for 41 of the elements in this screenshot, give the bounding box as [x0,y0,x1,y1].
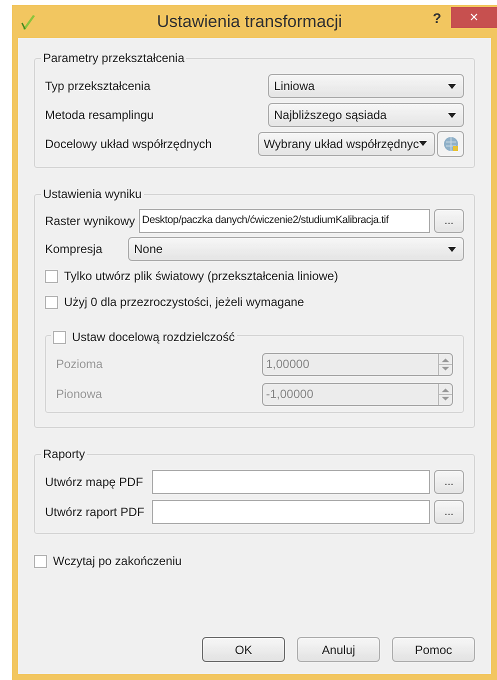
dropdown-caret-icon [419,141,427,146]
checkbox-label: Ustaw docelową rozdzielczość [72,329,235,346]
field-label: Metoda resamplingu [45,107,155,124]
browse-button[interactable]: ... [434,500,464,524]
checkbox-label: Wczytaj po zakończeniu [53,553,182,570]
checkbox-label: Tylko utwórz plik światowy (przekształcenia liniowe) [64,268,338,285]
dialog-button[interactable]: Anuluj [297,637,380,662]
group-title: Parametry przekształcenia [41,50,186,66]
dropdown[interactable]: Wybrany układ współrzędnyc [258,132,435,156]
dropdown-caret-icon [448,84,456,88]
checkbox-label: Użyj 0 dla przezroczystości, jeżeli wymagane [64,294,304,311]
browse-button[interactable]: ... [434,470,464,494]
checkbox[interactable] [45,296,58,308]
dropdown[interactable]: Liniowa [268,74,464,98]
field-label: Kompresja [45,241,104,258]
dropdown-caret-icon [448,112,456,118]
checkbox[interactable] [34,554,47,568]
dropdown-caret-icon [448,246,456,252]
browse-button[interactable]: ... [434,209,464,233]
pdf-path-field[interactable] [152,470,430,494]
dropdown[interactable]: Najbliższego sąsiada [268,103,464,127]
field-label: Typ przekształcenia [45,78,152,95]
globe-icon [442,136,458,152]
close-button[interactable]: × [451,7,497,28]
field-label: Docelowy układ współrzędnych [45,136,213,153]
dropdown[interactable]: None [128,237,464,261]
raster-path-field[interactable]: Desktop/paczka danych/ćwiczenie2/studiumKalibracja.tif [139,209,430,233]
checkbox[interactable] [45,270,58,282]
pdf-path-field[interactable] [152,500,430,524]
group-title: Ustawienia wyniku [41,186,144,202]
field-label: Raster wynikowy [45,213,136,230]
field-label: Utwórz mapę PDF [45,474,144,491]
field-label: Pionowa [56,386,104,403]
field-label: Pozioma [56,356,104,373]
help-button[interactable]: ? [423,8,451,30]
dialog-button[interactable]: Pomoc [392,637,475,662]
checkbox[interactable] [53,330,66,344]
crs-select-button[interactable] [437,130,464,156]
window-title: Ustawienia transformacji [156,10,344,33]
dialog-button[interactable]: OK [202,637,285,662]
field-label: Utwórz raport PDF [45,504,146,521]
